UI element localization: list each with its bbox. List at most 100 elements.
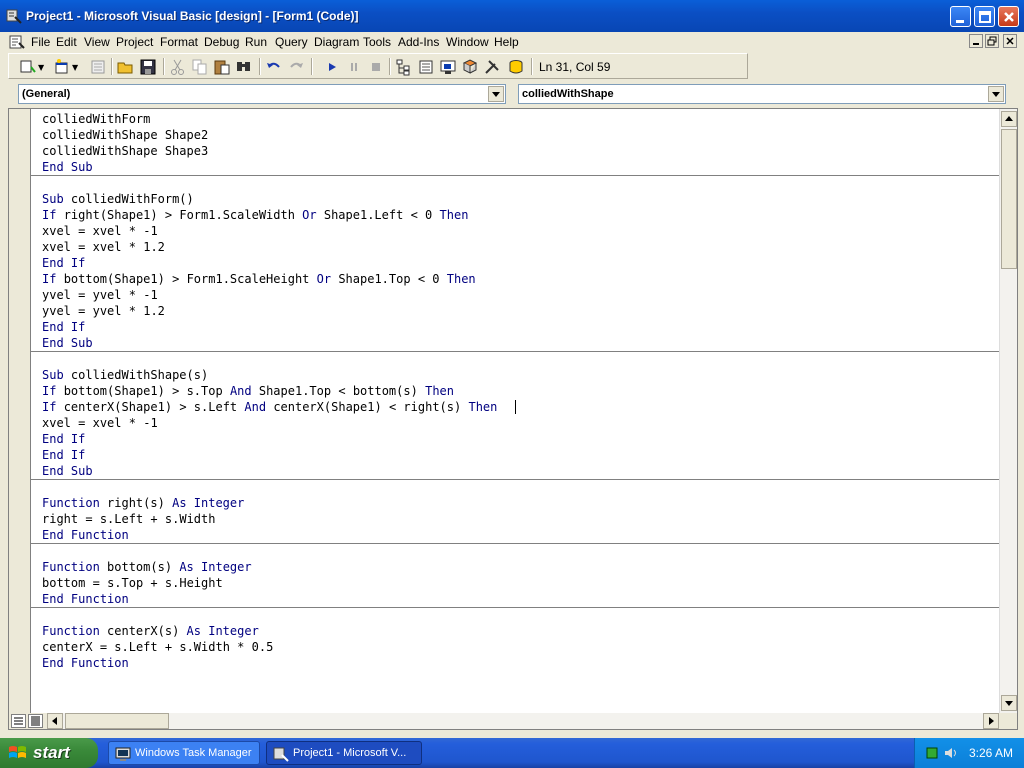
code-line[interactable]: End If [42,447,85,463]
menu-diagram[interactable]: Diagram [314,35,359,49]
procedure-combo-dropdown-button[interactable] [988,86,1004,102]
vertical-scroll-thumb[interactable] [1001,129,1017,269]
cut-icon[interactable] [169,58,187,76]
data-view-icon[interactable] [507,58,525,76]
code-line[interactable]: colliedWithShape Shape2 [42,127,208,143]
break-icon[interactable] [345,58,363,76]
menu-project[interactable]: Project [116,35,153,49]
mdi-restore-button[interactable] [985,34,999,48]
code-line[interactable]: colliedWithForm [42,111,150,127]
code-window-icon[interactable] [9,35,25,49]
code-line[interactable]: End If [42,431,85,447]
full-module-view-button[interactable] [28,714,43,728]
object-browser-icon[interactable] [461,58,479,76]
code-line[interactable]: End Sub [42,159,93,175]
horizontal-scroll-thumb[interactable] [65,713,169,729]
code-line[interactable]: End Sub [42,335,93,351]
properties-icon[interactable] [417,58,435,76]
toolbox-icon[interactable] [483,58,501,76]
code-line[interactable]: End If [42,255,85,271]
dropdown-arrow-icon[interactable]: ▼ [72,63,78,72]
menu-query[interactable]: Query [275,35,308,49]
form-layout-icon[interactable] [439,58,457,76]
scroll-right-button[interactable] [983,713,999,729]
scroll-left-button[interactable] [47,713,63,729]
code-line[interactable]: End Function [42,591,129,607]
project-explorer-icon[interactable] [395,58,413,76]
undo-icon[interactable] [265,58,283,76]
code-line[interactable]: yvel = yvel * 1.2 [42,303,165,319]
paste-icon[interactable] [213,58,231,76]
menu-view[interactable]: View [84,35,110,49]
save-icon[interactable] [139,58,157,76]
menu-tools[interactable]: Tools [363,35,391,49]
vb-app-icon[interactable] [6,8,22,24]
code-line[interactable]: If right(Shape1) > Form1.ScaleWidth Or S… [42,207,468,223]
close-button[interactable] [998,6,1019,27]
scroll-up-button[interactable] [1001,111,1017,127]
code-line[interactable]: Function right(s) As Integer [42,495,244,511]
menu-file[interactable]: File [31,35,50,49]
menu-add-ins[interactable]: Add-Ins [398,35,439,49]
mdi-minimize-button[interactable] [969,34,983,48]
tray-volume-icon[interactable] [943,746,959,760]
code-line[interactable]: End Function [42,527,129,543]
code-margin[interactable] [9,109,31,713]
mdi-close-button[interactable] [1003,34,1017,48]
code-line[interactable]: End If [42,319,85,335]
keyword-token: Function [42,560,100,574]
maximize-button[interactable] [974,6,995,27]
scroll-down-button[interactable] [1001,695,1017,711]
code-line[interactable]: colliedWithShape Shape3 [42,143,208,159]
object-combo-dropdown-button[interactable] [488,86,504,102]
vertical-scrollbar[interactable] [999,109,1017,713]
code-line[interactable]: If bottom(Shape1) > Form1.ScaleHeight Or… [42,271,476,287]
menu-format[interactable]: Format [160,35,198,49]
code-line[interactable]: Function centerX(s) As Integer [42,623,259,639]
menu-debug[interactable]: Debug [204,35,239,49]
open-icon[interactable] [117,58,135,76]
code-line[interactable]: If bottom(Shape1) > s.Top And Shape1.Top… [42,383,454,399]
menu-editor-icon[interactable] [89,58,107,76]
add-project-icon[interactable] [19,58,37,76]
taskbar-item-vb-project[interactable]: Project1 - Microsoft V... [266,741,422,765]
minimize-icon [956,20,964,23]
minimize-button[interactable] [950,6,971,27]
keyword-token: If [70,448,86,462]
horizontal-scrollbar[interactable] [47,713,999,729]
tray-network-icon[interactable] [925,746,939,760]
procedure-separator [31,607,999,608]
procedure-view-button[interactable] [11,714,26,728]
start-button[interactable]: start [0,738,98,768]
object-combo[interactable]: (General) [18,84,506,104]
code-line[interactable]: xvel = xvel * -1 [42,415,158,431]
code-line[interactable]: centerX = s.Left + s.Width * 0.5 [42,639,273,655]
find-icon[interactable] [235,58,253,76]
code-line[interactable]: End Function [42,655,129,671]
code-line[interactable]: Sub colliedWithShape(s) [42,367,208,383]
procedure-combo[interactable]: colliedWithShape [518,84,1006,104]
run-icon[interactable] [323,58,341,76]
code-line[interactable]: xvel = xvel * 1.2 [42,239,165,255]
menu-run[interactable]: Run [245,35,267,49]
taskbar-item-task-manager[interactable]: Windows Task Manager [108,741,260,765]
redo-icon[interactable] [287,58,305,76]
code-line[interactable]: xvel = xvel * -1 [42,223,158,239]
menu-edit[interactable]: Edit [56,35,77,49]
object-combo-value: (General) [22,88,71,100]
code-line[interactable]: Function bottom(s) As Integer [42,559,252,575]
menu-help[interactable]: Help [494,35,519,49]
code-line[interactable]: End Sub [42,463,93,479]
code-window[interactable]: colliedWithForm colliedWithShape Shape2 co… [8,108,1018,730]
menu-window[interactable]: Window [446,35,489,49]
keyword-token: If [70,256,86,270]
code-line[interactable]: yvel = yvel * -1 [42,287,158,303]
dropdown-arrow-icon[interactable]: ▼ [38,63,44,72]
code-line[interactable]: bottom = s.Top + s.Height [42,575,223,591]
stop-icon[interactable] [367,58,385,76]
add-form-icon[interactable] [53,58,71,76]
code-line[interactable]: Sub colliedWithForm() [42,191,194,207]
code-line[interactable]: If centerX(Shape1) > s.Left And centerX(… [42,399,497,415]
code-line[interactable]: right = s.Left + s.Width [42,511,215,527]
copy-icon[interactable] [191,58,209,76]
